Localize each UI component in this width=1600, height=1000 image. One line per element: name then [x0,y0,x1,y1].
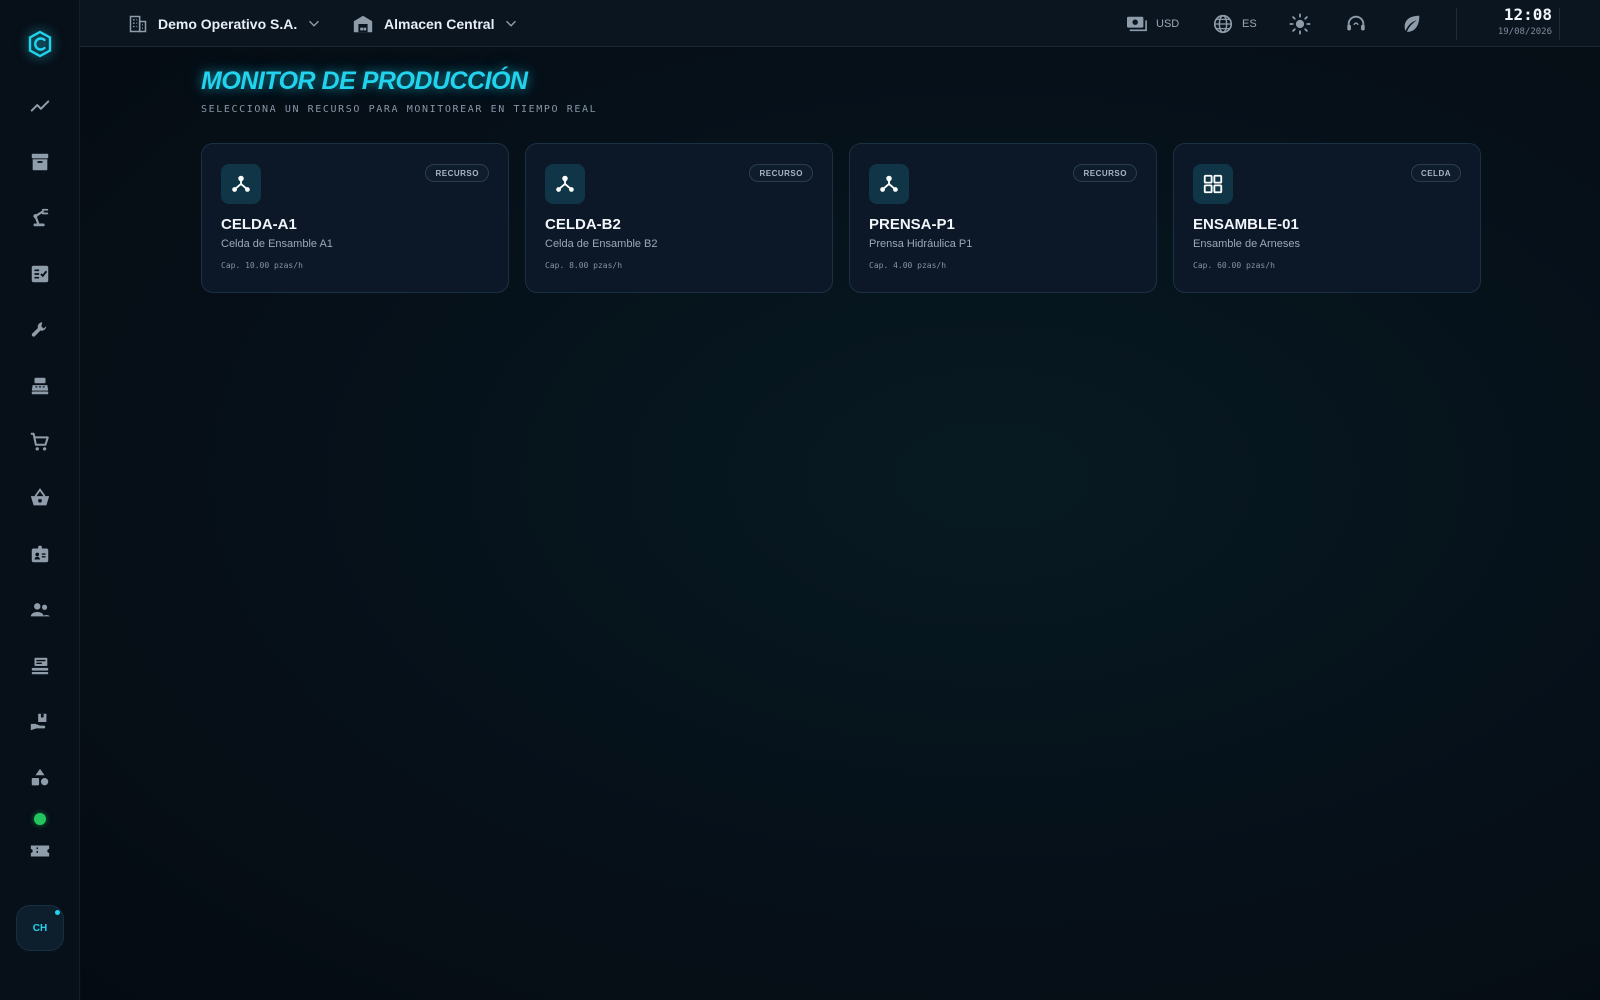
clock-time: 12:08 [1503,5,1552,24]
building-icon [129,15,147,33]
theme-toggle-button[interactable] [1288,12,1312,36]
app-logo-icon[interactable] [24,28,56,60]
resource-name: ENSAMBLE-01 [1193,216,1299,233]
network-node-icon [869,164,909,204]
sidebar-item-catalog[interactable] [24,762,56,794]
resource-description: Prensa Hidráulica P1 [869,238,973,250]
resource-type-badge: RECURSO [749,164,813,182]
status-indicator-dot [34,813,46,825]
inbox-tray-icon [31,657,49,675]
page-subtitle: SELECCIONA UN RECURSO PARA MONITOREAR EN… [201,104,598,115]
sidebar-item-receiving[interactable] [24,650,56,682]
language-label: ES [1242,18,1257,30]
topbar-divider [1559,8,1560,40]
currency-selector[interactable]: USD [1126,12,1179,36]
sidebar-item-tasks[interactable] [24,258,56,290]
sidebar-item-maintenance[interactable] [24,314,56,346]
support-button[interactable] [1344,12,1368,36]
resource-capacity: Cap. 4.00 pzas/h [869,261,947,270]
resource-type-badge: RECURSO [1073,164,1137,182]
sidebar-item-pos[interactable] [24,370,56,402]
sidebar-item-archive[interactable] [24,146,56,178]
warehouse-icon [353,15,373,33]
cash-register-icon [31,377,49,395]
eco-mode-button[interactable] [1400,12,1424,36]
sidebar-item-inventory[interactable] [24,706,56,738]
resource-type-badge: RECURSO [425,164,489,182]
resource-description: Celda de Ensamble B2 [545,238,658,250]
resource-capacity: Cap. 60.00 pzas/h [1193,261,1275,270]
robot-arm-icon [33,208,49,227]
warehouse-selector[interactable]: Almacen Central [352,12,518,36]
resource-card[interactable]: RECURSO PRENSA-P1 Prensa Hidráulica P1 C… [849,143,1157,293]
sidebar-item-hr[interactable] [24,538,56,570]
resource-capacity: Cap. 8.00 pzas/h [545,261,623,270]
page-title: MONITOR DE PRODUCCIÓN [201,67,528,95]
company-selector[interactable]: Demo Operativo S.A. [128,12,321,36]
resource-card[interactable]: CELDA ENSAMBLE-01 Ensamble de Arneses Ca… [1173,143,1481,293]
wrench-icon [31,322,47,337]
money-icon [1127,16,1147,32]
ticket-icon [30,845,50,857]
archive-icon [31,153,49,171]
currency-label: USD [1156,18,1180,30]
sidebar-item-robotics[interactable] [24,202,56,234]
grid-icon [1193,164,1233,204]
topbar-divider [1456,8,1457,40]
sun-icon [1289,13,1311,35]
globe-icon [1213,14,1233,34]
resource-description: Ensamble de Arneses [1193,238,1301,250]
language-selector[interactable]: ES [1212,12,1257,36]
sidebar: CH [0,0,80,1000]
resource-capacity: Cap. 10.00 pzas/h [221,261,303,270]
clock-date: 19/08/2026 [1497,27,1552,37]
headset-icon [1347,15,1365,31]
company-name: Demo Operativo S.A. [158,16,298,32]
cart-icon [30,432,49,451]
sidebar-item-sales[interactable] [24,426,56,458]
network-node-icon [545,164,585,204]
network-node-icon [221,164,261,204]
resource-description: Celda de Ensamble A1 [221,238,333,250]
resource-card[interactable]: RECURSO CELDA-A1 Celda de Ensamble A1 Ca… [201,143,509,293]
clock: 12:08 19/08/2026 [1466,5,1552,38]
checklist-icon [31,265,49,283]
main-content: MONITOR DE PRODUCCIÓN SELECCIONA UN RECU… [81,48,1600,1000]
resource-name: PRENSA-P1 [869,216,955,233]
hand-boxes-icon [30,713,47,731]
avatar-initials: CH [32,922,48,934]
warehouse-name: Almacen Central [384,16,495,32]
resource-name: CELDA-B2 [545,216,621,233]
user-avatar[interactable]: CH [16,905,64,951]
shapes-icon [31,768,49,786]
users-icon [30,603,51,617]
chevron-down-icon [309,20,320,27]
sidebar-item-tickets[interactable] [24,835,56,867]
leaf-icon [1404,15,1420,32]
sidebar-item-purchases[interactable] [24,482,56,514]
topbar: Demo Operativo S.A. Almacen Central USD … [80,0,1600,47]
chevron-down-icon [506,20,517,27]
avatar-status-dot [55,910,60,915]
sidebar-item-analytics[interactable] [24,90,56,122]
resource-name: CELDA-A1 [221,216,297,233]
sidebar-item-users[interactable] [24,594,56,626]
resource-card[interactable]: RECURSO CELDA-B2 Celda de Ensamble B2 Ca… [525,143,833,293]
trending-up-icon [30,100,50,112]
id-badge-icon [31,545,49,563]
resource-type-badge: CELDA [1410,164,1461,182]
basket-icon [30,488,50,506]
